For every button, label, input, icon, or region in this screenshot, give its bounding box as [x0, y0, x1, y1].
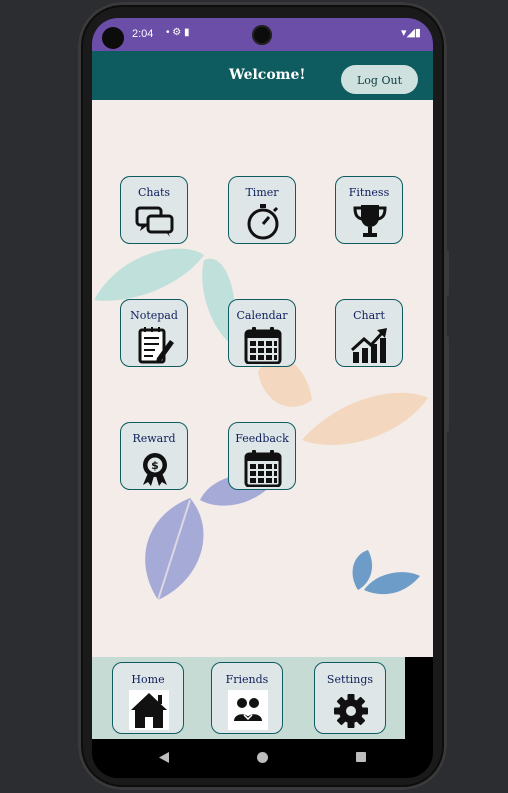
stopwatch-icon [247, 204, 279, 240]
tile-feedback[interactable]: Feedback [228, 422, 296, 490]
tile-chats[interactable]: Chats [120, 176, 188, 244]
tile-label: Chats [137, 186, 171, 199]
gear-icon [334, 694, 368, 728]
tile-label: Fitness [348, 186, 390, 199]
tile-label: Chart [353, 309, 385, 322]
tile-chart[interactable]: Chart [335, 299, 403, 367]
notepad-icon [138, 327, 174, 364]
nav-home[interactable]: Home [112, 662, 184, 734]
front-camera [252, 25, 272, 45]
tile-reward[interactable]: Reward $ [120, 422, 188, 490]
status-time: 2:04 [132, 28, 154, 40]
phone-screen: 2:04 • ⚙ ▮ ▾◢▮ Welcome! Log Out Chats Ti… [92, 18, 433, 778]
reward-badge-icon: $ [143, 453, 167, 486]
trophy-icon [353, 205, 387, 237]
app-bar: Welcome! Log Out [92, 51, 433, 100]
chat-bubbles-icon [135, 206, 174, 237]
signal-battery-icons: ▾◢▮ [400, 27, 421, 39]
tile-label: Calendar [236, 309, 288, 322]
nav-label: Settings [326, 673, 374, 686]
tile-label: Timer [245, 186, 279, 199]
page-title: Welcome! [229, 67, 306, 83]
growth-chart-icon [350, 328, 387, 363]
house-icon [129, 690, 169, 730]
recents-icon[interactable] [356, 752, 366, 762]
home-circle-icon[interactable] [257, 752, 268, 763]
nav-settings[interactable]: Settings [314, 662, 386, 734]
status-bar: 2:04 • ⚙ ▮ ▾◢▮ [92, 18, 433, 51]
tile-notepad[interactable]: Notepad [120, 299, 188, 367]
svg-text:$: $ [151, 459, 159, 472]
friends-icon [228, 690, 268, 730]
system-nav-bar [92, 739, 433, 778]
calendar-icon [244, 450, 282, 487]
main-content: Chats Timer Fitness Notepad Calendar Cha… [92, 100, 433, 657]
volume-button [445, 336, 449, 432]
tile-calendar[interactable]: Calendar [228, 299, 296, 367]
power-button [445, 250, 449, 296]
tile-label: Reward [132, 432, 176, 445]
tile-label: Notepad [130, 309, 178, 322]
tile-label: Feedback [235, 432, 289, 445]
logout-button[interactable]: Log Out [341, 65, 418, 94]
calendar-icon [244, 327, 282, 364]
bottom-nav: Home Friends Settings [92, 657, 405, 739]
nav-label: Home [131, 673, 165, 686]
tile-fitness[interactable]: Fitness [335, 176, 403, 244]
nav-friends[interactable]: Friends [211, 662, 283, 734]
camera-cutout [102, 27, 124, 49]
notification-icons: • ⚙ ▮ [166, 27, 190, 38]
back-icon[interactable] [158, 751, 170, 764]
nav-label: Friends [225, 673, 269, 686]
tile-timer[interactable]: Timer [228, 176, 296, 244]
